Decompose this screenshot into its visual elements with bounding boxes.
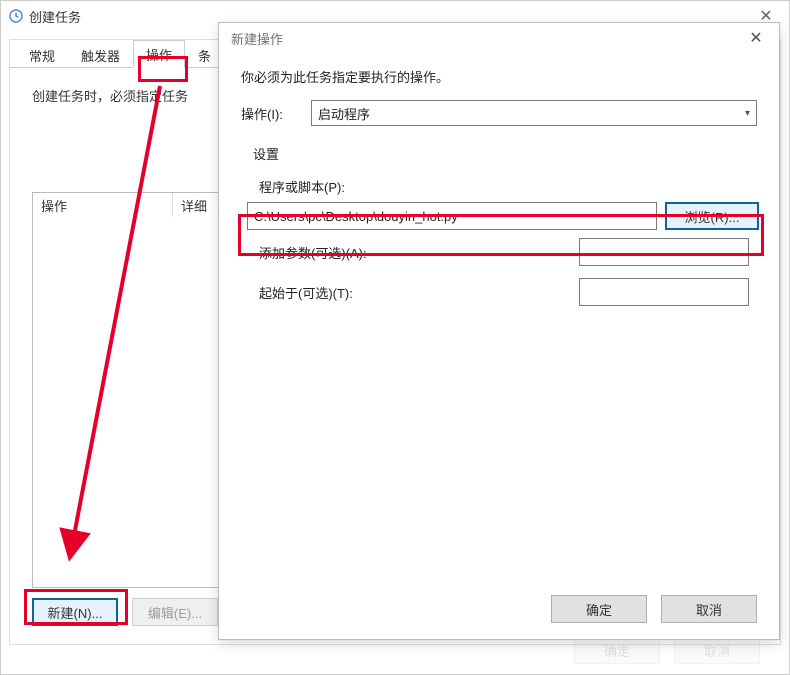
args-label: 添加参数(可选)(A): [259, 243, 419, 262]
action-buttons: 新建(N)... 编辑(E)... [32, 598, 218, 626]
startin-row: 起始于(可选)(T): [219, 272, 779, 312]
close-icon[interactable]: ✕ [733, 23, 779, 53]
front-titlebar: 新建操作 ✕ [219, 23, 779, 53]
action-row: 操作(I): 启动程序 ▾ [219, 96, 779, 130]
action-select[interactable]: 启动程序 ▾ [311, 100, 757, 126]
new-button[interactable]: 新建(N)... [32, 598, 118, 626]
front-footer: 确定 取消 [551, 595, 757, 623]
new-action-dialog: 新建操作 ✕ 你必须为此任务指定要执行的操作。 操作(I): 启动程序 ▾ 设置… [218, 22, 780, 640]
col-action[interactable]: 操作 [33, 193, 173, 217]
back-footer: 确定 取消 [574, 636, 760, 664]
back-ok-button: 确定 [574, 636, 660, 664]
settings-label: 设置 [219, 130, 779, 169]
edit-button: 编辑(E)... [132, 598, 218, 626]
front-title: 新建操作 [231, 29, 283, 48]
startin-input[interactable] [579, 278, 749, 306]
script-input[interactable]: C:\Users\pc\Desktop\douyin_hot.py [247, 202, 657, 230]
script-label: 程序或脚本(P): [219, 169, 779, 200]
args-row: 添加参数(可选)(A): [219, 232, 779, 272]
action-value: 启动程序 [318, 104, 370, 123]
tab-actions[interactable]: 操作 [133, 40, 185, 68]
action-label: 操作(I): [241, 104, 311, 123]
table-header: 操作 详细 [33, 193, 225, 217]
script-row: C:\Users\pc\Desktop\douyin_hot.py 浏览(R).… [219, 200, 779, 232]
cancel-button[interactable]: 取消 [661, 595, 757, 623]
tab-general[interactable]: 常规 [16, 41, 68, 68]
ok-button[interactable]: 确定 [551, 595, 647, 623]
chevron-down-icon: ▾ [745, 108, 750, 119]
startin-label: 起始于(可选)(T): [259, 283, 419, 302]
args-input[interactable] [579, 238, 749, 266]
clock-icon [9, 9, 23, 23]
back-cancel-button: 取消 [674, 636, 760, 664]
actions-table[interactable]: 操作 详细 [32, 192, 226, 588]
back-title: 创建任务 [29, 7, 81, 26]
intro-text: 你必须为此任务指定要执行的操作。 [219, 53, 779, 96]
browse-button[interactable]: 浏览(R)... [665, 202, 759, 230]
tab-triggers[interactable]: 触发器 [68, 41, 133, 68]
